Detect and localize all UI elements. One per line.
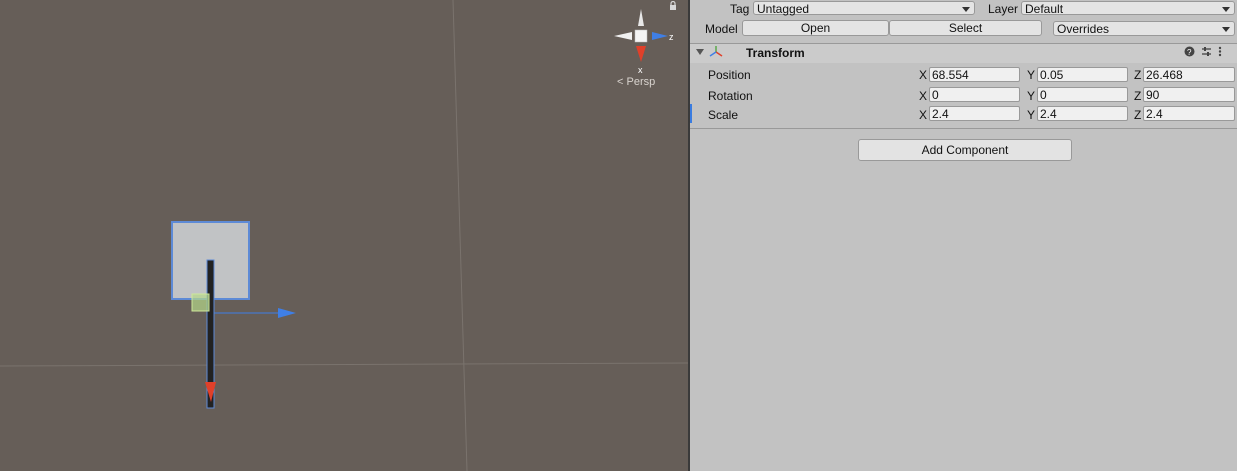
help-icon[interactable]: ?: [1184, 46, 1195, 57]
rotation-label[interactable]: Rotation: [708, 89, 753, 103]
foldout-arrow-icon[interactable]: [696, 48, 704, 56]
orientation-gizmo[interactable]: z x: [608, 4, 680, 78]
rotation-y-field[interactable]: 0: [1037, 87, 1128, 102]
position-y-axis[interactable]: Y: [1027, 68, 1035, 82]
transform-icon: [709, 46, 723, 57]
inspector-panel: Tag Untagged Layer Default Model Open Se…: [690, 0, 1237, 471]
scale-label[interactable]: Scale: [708, 108, 738, 122]
gizmo-z-label: z: [669, 32, 674, 42]
projection-toggle[interactable]: < Persp: [617, 76, 655, 88]
position-x-field[interactable]: 68.554: [929, 67, 1020, 82]
overrides-label: Overrides: [1057, 22, 1110, 36]
scale-y-field[interactable]: 2.4: [1037, 106, 1128, 121]
transform-title: Transform: [746, 46, 805, 60]
position-z-field[interactable]: 26.468: [1143, 67, 1235, 82]
tag-label: Tag: [730, 2, 750, 16]
chevron-down-icon: [962, 7, 970, 12]
tag-dropdown[interactable]: Untagged: [753, 1, 975, 16]
layer-label: Layer: [988, 2, 1019, 16]
rotation-z-axis[interactable]: Z: [1134, 89, 1141, 103]
select-button[interactable]: Select: [889, 20, 1042, 36]
rotation-y-axis[interactable]: Y: [1027, 89, 1035, 103]
persp-icon: <: [617, 76, 624, 88]
position-y-field[interactable]: 0.05: [1037, 67, 1128, 82]
overrides-dropdown[interactable]: Overrides: [1053, 21, 1235, 36]
scale-z-field[interactable]: 2.4: [1143, 106, 1235, 121]
scale-modified-marker: [690, 104, 692, 123]
open-button[interactable]: Open: [742, 20, 889, 36]
rotation-x-axis[interactable]: X: [919, 89, 927, 103]
lock-icon[interactable]: [668, 1, 678, 11]
position-z-axis[interactable]: Z: [1134, 68, 1141, 82]
model-label: Model: [705, 22, 738, 36]
rotation-x-field[interactable]: 0: [929, 87, 1020, 102]
layer-value: Default: [1025, 2, 1064, 16]
layer-dropdown[interactable]: Default: [1021, 1, 1235, 16]
tag-value: Untagged: [757, 2, 810, 16]
selected-object[interactable]: [0, 0, 688, 471]
scale-x-axis[interactable]: X: [919, 108, 927, 122]
scale-z-axis[interactable]: Z: [1134, 108, 1141, 122]
z-axis-handle: [278, 308, 296, 318]
add-component-button[interactable]: Add Component: [858, 139, 1072, 161]
position-label[interactable]: Position: [708, 68, 751, 82]
gizmo-x-arrow: [636, 46, 646, 62]
gizmo-center-cube: [634, 29, 648, 43]
presets-icon[interactable]: [1201, 46, 1212, 57]
gizmo-x-label: x: [638, 65, 643, 75]
rotation-z-field[interactable]: 90: [1143, 87, 1235, 102]
gizmo-z-arrow: [652, 32, 668, 40]
component-separator: [690, 128, 1237, 129]
chevron-down-icon: [1222, 27, 1230, 32]
gizmo-neg-z-arrow: [614, 32, 632, 40]
gizmo-y-arrow: [638, 9, 644, 26]
scene-view[interactable]: z x < Persp: [0, 0, 688, 471]
svg-text:?: ?: [1187, 48, 1192, 57]
position-x-axis[interactable]: X: [919, 68, 927, 82]
kebab-menu-icon[interactable]: [1218, 46, 1222, 57]
chevron-down-icon: [1222, 7, 1230, 12]
scale-y-axis[interactable]: Y: [1027, 108, 1035, 122]
scale-x-field[interactable]: 2.4: [929, 106, 1020, 121]
plane-handle: [191, 293, 210, 312]
projection-label: Persp: [626, 76, 656, 88]
